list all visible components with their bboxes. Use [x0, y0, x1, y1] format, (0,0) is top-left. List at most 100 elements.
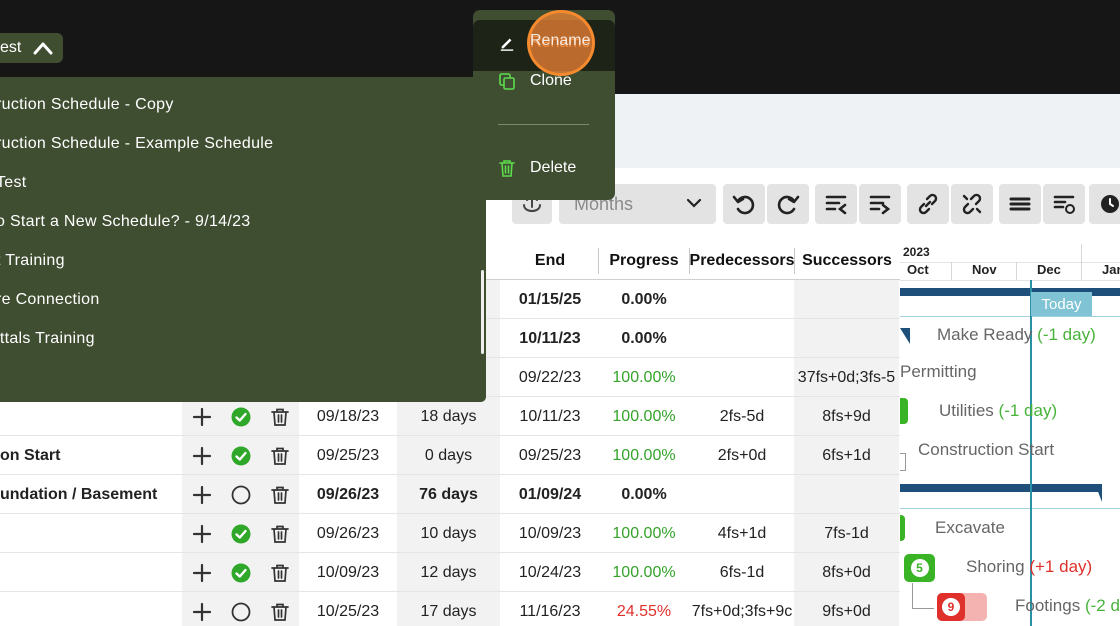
predecessors-cell[interactable]	[690, 319, 794, 358]
predecessors-cell[interactable]: 6fs-1d	[690, 553, 794, 592]
duration-cell[interactable]: 76 days	[397, 475, 500, 514]
start-date-cell[interactable]: 09/26/23	[299, 514, 397, 553]
schedule-list-item[interactable]: o Start a New Schedule? - 9/14/23	[0, 213, 251, 235]
end-date-cell[interactable]: 01/09/24	[502, 475, 598, 514]
progress-cell[interactable]: 100.00%	[599, 397, 689, 436]
incomplete-circle-icon[interactable]	[227, 475, 255, 514]
successors-cell[interactable]	[794, 319, 899, 358]
end-date-cell[interactable]: 10/11/23	[502, 397, 598, 436]
task-name-cell[interactable]: on Start	[0, 436, 180, 475]
baseline-button[interactable]	[1043, 184, 1085, 224]
predecessors-cell[interactable]: 4fs+1d	[690, 514, 794, 553]
table-row[interactable]: 10/09/23 12 days 10/24/23 100.00% 6fs-1d 8fs+…	[0, 553, 900, 592]
progress-cell[interactable]: 100.00%	[599, 553, 689, 592]
successors-cell[interactable]	[794, 475, 899, 514]
progress-cell[interactable]: 100.00%	[599, 514, 689, 553]
delete-task-icon[interactable]	[266, 475, 294, 514]
delete-task-icon[interactable]	[266, 553, 294, 592]
progress-cell[interactable]: 100.00%	[599, 358, 689, 397]
schedule-list-scrollbar[interactable]	[481, 270, 484, 354]
indent-button[interactable]	[859, 184, 901, 224]
history-button[interactable]	[1089, 184, 1120, 224]
task-name-cell[interactable]	[0, 397, 180, 436]
gantt-task-bar[interactable]	[900, 398, 908, 424]
progress-cell[interactable]: 0.00%	[599, 280, 689, 319]
predecessors-cell[interactable]: 2fs+0d	[690, 436, 794, 475]
incomplete-circle-icon[interactable]	[227, 592, 255, 626]
schedule-list-item[interactable]: ruction Schedule - Copy	[0, 96, 174, 118]
task-name-cell[interactable]	[0, 514, 180, 553]
add-task-icon[interactable]	[188, 553, 216, 592]
predecessors-cell[interactable]	[690, 280, 794, 319]
complete-check-icon[interactable]	[227, 397, 255, 436]
progress-cell[interactable]: 100.00%	[599, 436, 689, 475]
schedule-list-item[interactable]: ruction Schedule - Example Schedule	[0, 135, 273, 157]
predecessors-cell[interactable]	[690, 358, 794, 397]
critical-path-button[interactable]	[999, 184, 1041, 224]
predecessors-cell[interactable]: 7fs+0d;3fs+9c	[690, 592, 794, 626]
complete-check-icon[interactable]	[227, 553, 255, 592]
start-date-cell[interactable]: 09/25/23	[299, 436, 397, 475]
table-row[interactable]: undation / Basement 09/26/23 76 days 01/09/…	[0, 475, 900, 514]
outdent-button[interactable]	[815, 184, 857, 224]
successors-cell[interactable]	[794, 280, 899, 319]
successors-cell[interactable]: 8fs+0d	[794, 553, 899, 592]
end-date-cell[interactable]: 10/11/23	[502, 319, 598, 358]
gantt-task-bar[interactable]	[900, 515, 905, 541]
task-name-cell[interactable]	[0, 592, 180, 626]
delete-menu-item[interactable]: Delete	[473, 152, 615, 184]
end-date-cell[interactable]: 01/15/25	[502, 280, 598, 319]
duration-cell[interactable]: 0 days	[397, 436, 500, 475]
column-header-end[interactable]: End	[502, 242, 598, 280]
predecessors-cell[interactable]: 2fs-5d	[690, 397, 794, 436]
duration-cell[interactable]: 12 days	[397, 553, 500, 592]
complete-check-icon[interactable]	[227, 514, 255, 553]
start-date-cell[interactable]: 10/25/23	[299, 592, 397, 626]
duration-cell[interactable]: 17 days	[397, 592, 500, 626]
delete-task-icon[interactable]	[266, 514, 294, 553]
predecessors-cell[interactable]	[690, 475, 794, 514]
duration-cell[interactable]: 10 days	[397, 514, 500, 553]
delete-task-icon[interactable]	[266, 397, 294, 436]
gantt-summary-bar[interactable]	[900, 484, 1102, 492]
end-date-cell[interactable]: 09/25/23	[502, 436, 598, 475]
successors-cell[interactable]: 6fs+1d	[794, 436, 899, 475]
schedule-selector-button[interactable]: est	[0, 33, 63, 63]
successors-cell[interactable]: 7fs-1d	[794, 514, 899, 553]
end-date-cell[interactable]: 11/16/23	[502, 592, 598, 626]
schedule-list-item[interactable]: Test	[0, 174, 27, 196]
successors-cell[interactable]: 9fs+0d	[794, 592, 899, 626]
start-date-cell[interactable]: 09/26/23	[299, 475, 397, 514]
start-date-cell[interactable]: 09/18/23	[299, 397, 397, 436]
progress-cell[interactable]: 0.00%	[599, 319, 689, 358]
column-header-predecessors[interactable]: Predecessors	[690, 242, 795, 280]
undo-button[interactable]	[723, 184, 765, 224]
end-date-cell[interactable]: 10/24/23	[502, 553, 598, 592]
schedule-list-item[interactable]: t Training	[0, 252, 65, 274]
delete-task-icon[interactable]	[266, 436, 294, 475]
column-header-progress[interactable]: Progress	[599, 242, 689, 280]
add-task-icon[interactable]	[188, 436, 216, 475]
end-date-cell[interactable]: 09/22/23	[502, 358, 598, 397]
progress-cell[interactable]: 24.55%	[599, 592, 689, 626]
end-date-cell[interactable]: 10/09/23	[502, 514, 598, 553]
table-row[interactable]: 09/26/23 10 days 10/09/23 100.00% 4fs+1d 7fs-…	[0, 514, 900, 553]
successors-cell[interactable]: 8fs+9d	[794, 397, 899, 436]
gantt-task-bar[interactable]: 5	[904, 554, 935, 582]
add-task-icon[interactable]	[188, 475, 216, 514]
link-button[interactable]	[907, 184, 949, 224]
add-task-icon[interactable]	[188, 592, 216, 626]
redo-button[interactable]	[767, 184, 809, 224]
table-row[interactable]: on Start 09/25/23 0 days 09/25/23 100.00% 2fs…	[0, 436, 900, 475]
add-task-icon[interactable]	[188, 397, 216, 436]
task-name-cell[interactable]: undation / Basement	[0, 475, 180, 514]
duration-cell[interactable]: 18 days	[397, 397, 500, 436]
column-header-successors[interactable]: Successors	[795, 242, 899, 280]
complete-check-icon[interactable]	[227, 436, 255, 475]
table-row[interactable]: 09/18/23 18 days 10/11/23 100.00% 2fs-5d 8fs+…	[0, 397, 900, 436]
delete-task-icon[interactable]	[266, 592, 294, 626]
progress-cell[interactable]: 0.00%	[599, 475, 689, 514]
add-task-icon[interactable]	[188, 514, 216, 553]
start-date-cell[interactable]: 10/09/23	[299, 553, 397, 592]
schedule-list-item[interactable]: ittals Training	[0, 330, 95, 352]
